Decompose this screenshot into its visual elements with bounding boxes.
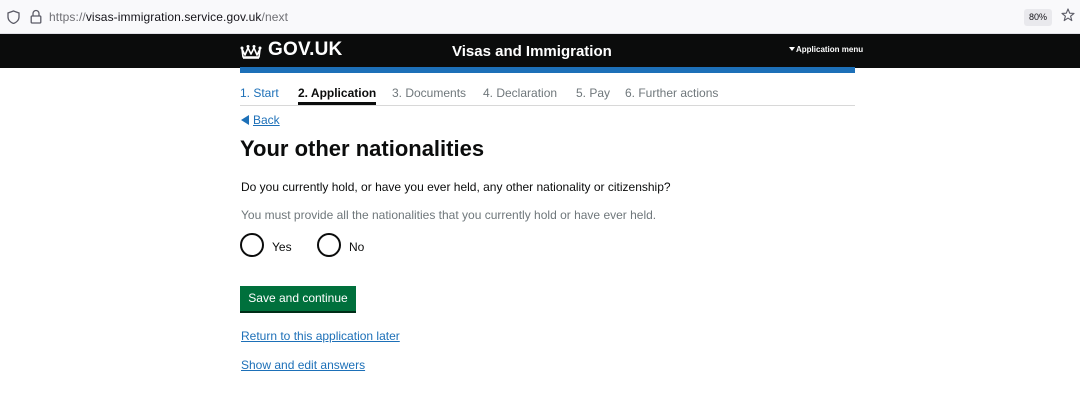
radio-no-label[interactable]: No — [349, 237, 364, 254]
caret-down-icon — [789, 47, 795, 51]
star-icon[interactable] — [1061, 8, 1075, 22]
application-menu-button[interactable]: Application menu — [789, 45, 863, 54]
back-link[interactable]: Back — [241, 113, 280, 127]
step-declaration: 4. Declaration — [483, 86, 558, 100]
save-and-continue-button[interactable]: Save and continue — [240, 286, 356, 311]
back-link-label: Back — [253, 113, 280, 127]
url-scheme: https:// — [49, 10, 86, 24]
back-arrow-icon — [241, 115, 249, 125]
radio-yes-label[interactable]: Yes — [272, 237, 292, 254]
show-edit-answers-link[interactable]: Show and edit answers — [241, 358, 365, 372]
radio-yes-circle[interactable] — [240, 233, 264, 257]
url-path: /next — [261, 10, 289, 24]
question-label: Do you currently hold, or have you ever … — [241, 180, 671, 194]
progress-steps: 1. Start 2. Application 3. Documents 4. … — [240, 84, 855, 106]
zoom-indicator[interactable]: 80% — [1024, 9, 1052, 26]
header-accent-bar — [240, 67, 855, 73]
crown-icon — [240, 45, 262, 59]
address-bar[interactable]: https://visas-immigration.service.gov.uk… — [49, 10, 288, 24]
radio-no-circle[interactable] — [317, 233, 341, 257]
browser-toolbar: https://visas-immigration.service.gov.uk… — [0, 0, 1080, 34]
question-hint: You must provide all the nationalities t… — [241, 208, 657, 222]
shield-icon[interactable] — [7, 10, 20, 24]
application-menu-label: Application menu — [796, 45, 864, 54]
url-host: visas-immigration.service.gov.uk — [85, 10, 262, 24]
govuk-logo[interactable]: GOV.UK — [268, 39, 342, 61]
step-application: 2. Application — [298, 86, 377, 105]
service-name[interactable]: Visas and Immigration — [452, 43, 612, 60]
step-documents: 3. Documents — [392, 86, 467, 100]
step-pay: 5. Pay — [576, 86, 611, 100]
return-later-link[interactable]: Return to this application later — [241, 329, 400, 343]
page-title: Your other nationalities — [240, 136, 485, 161]
step-further-actions: 6. Further actions — [625, 86, 719, 100]
radio-yes[interactable]: Yes — [240, 233, 292, 257]
govuk-header: GOV.UK Visas and Immigration Application… — [0, 34, 1080, 68]
radio-no[interactable]: No — [317, 233, 364, 257]
step-start[interactable]: 1. Start — [240, 86, 279, 100]
lock-icon[interactable] — [30, 9, 42, 24]
